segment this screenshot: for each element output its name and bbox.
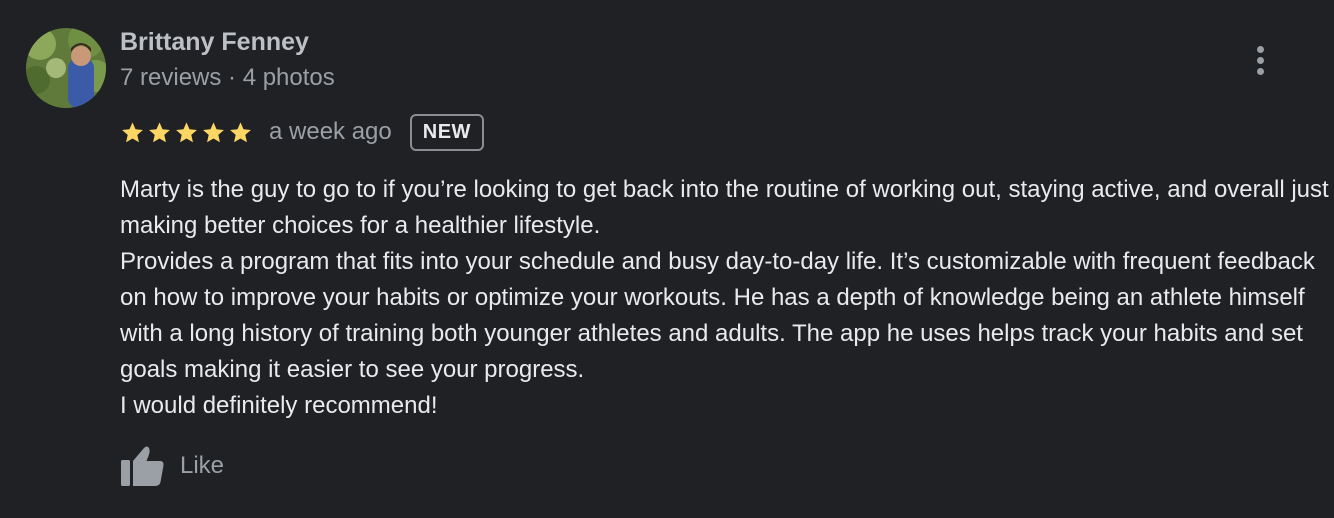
rating-row: a week ago NEW bbox=[120, 110, 484, 154]
review-date: a week ago bbox=[269, 118, 392, 145]
star-icon bbox=[230, 121, 251, 142]
more-options-button[interactable] bbox=[1244, 40, 1276, 80]
more-vertical-icon-dot bbox=[1256, 67, 1264, 75]
review-paragraph: Marty is the guy to go to if you’re look… bbox=[120, 176, 1329, 239]
avatar-photo-icon bbox=[26, 28, 106, 108]
more-vertical-icon bbox=[1256, 45, 1264, 53]
review-paragraph: I would definitely recommend! bbox=[120, 392, 438, 419]
review-card: Brittany Fenney 7 reviews · 4 photos a w… bbox=[0, 0, 1334, 518]
avatar[interactable] bbox=[26, 28, 106, 108]
like-button[interactable]: Like bbox=[120, 442, 224, 490]
review-paragraph: Provides a program that fits into your s… bbox=[120, 248, 1315, 383]
star-icon bbox=[122, 121, 143, 142]
star-rating bbox=[120, 120, 253, 145]
new-badge: NEW bbox=[409, 113, 484, 151]
author-meta: 7 reviews · 4 photos bbox=[120, 64, 335, 91]
more-vertical-icon-dot bbox=[1256, 56, 1264, 64]
star-icon bbox=[149, 121, 170, 142]
author-name[interactable]: Brittany Fenney bbox=[120, 28, 309, 57]
thumbs-up-icon bbox=[121, 446, 164, 486]
like-label: Like bbox=[180, 452, 225, 479]
review-text: Marty is the guy to go to if you’re look… bbox=[120, 172, 1330, 424]
star-icon bbox=[203, 121, 224, 142]
star-icon bbox=[176, 121, 197, 142]
